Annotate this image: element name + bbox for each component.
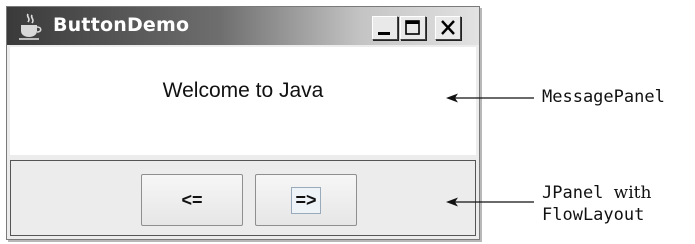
move-right-label: => [291,186,321,214]
minimize-icon [378,32,390,35]
button-panel: <= => [10,160,476,236]
message-panel-arrow [446,93,534,103]
button-demo-window: ButtonDemo Welcome to Java <= => [6,6,480,240]
move-left-label: <= [181,189,203,210]
minimize-button[interactable] [372,16,398,40]
close-icon [441,20,455,35]
button-panel-annotation-line1: JPanel with [542,183,651,203]
button-panel-annotation-line2: FlowLayout [542,205,645,225]
message-panel-annotation: MessagePanel [542,87,665,107]
move-right-button[interactable]: => [255,174,357,226]
button-panel-arrow [446,197,534,207]
maximize-button[interactable] [400,16,426,40]
message-panel: Welcome to Java [10,47,476,155]
close-button[interactable] [435,16,461,40]
move-left-button[interactable]: <= [141,174,243,226]
title-bar[interactable]: ButtonDemo [7,7,479,45]
jpanel-label: JPanel [542,183,604,203]
with-label: with [613,183,652,203]
maximize-icon [405,20,420,35]
welcome-message: Welcome to Java [162,79,324,102]
java-coffee-icon [19,13,42,40]
window-title: ButtonDemo [53,14,190,36]
